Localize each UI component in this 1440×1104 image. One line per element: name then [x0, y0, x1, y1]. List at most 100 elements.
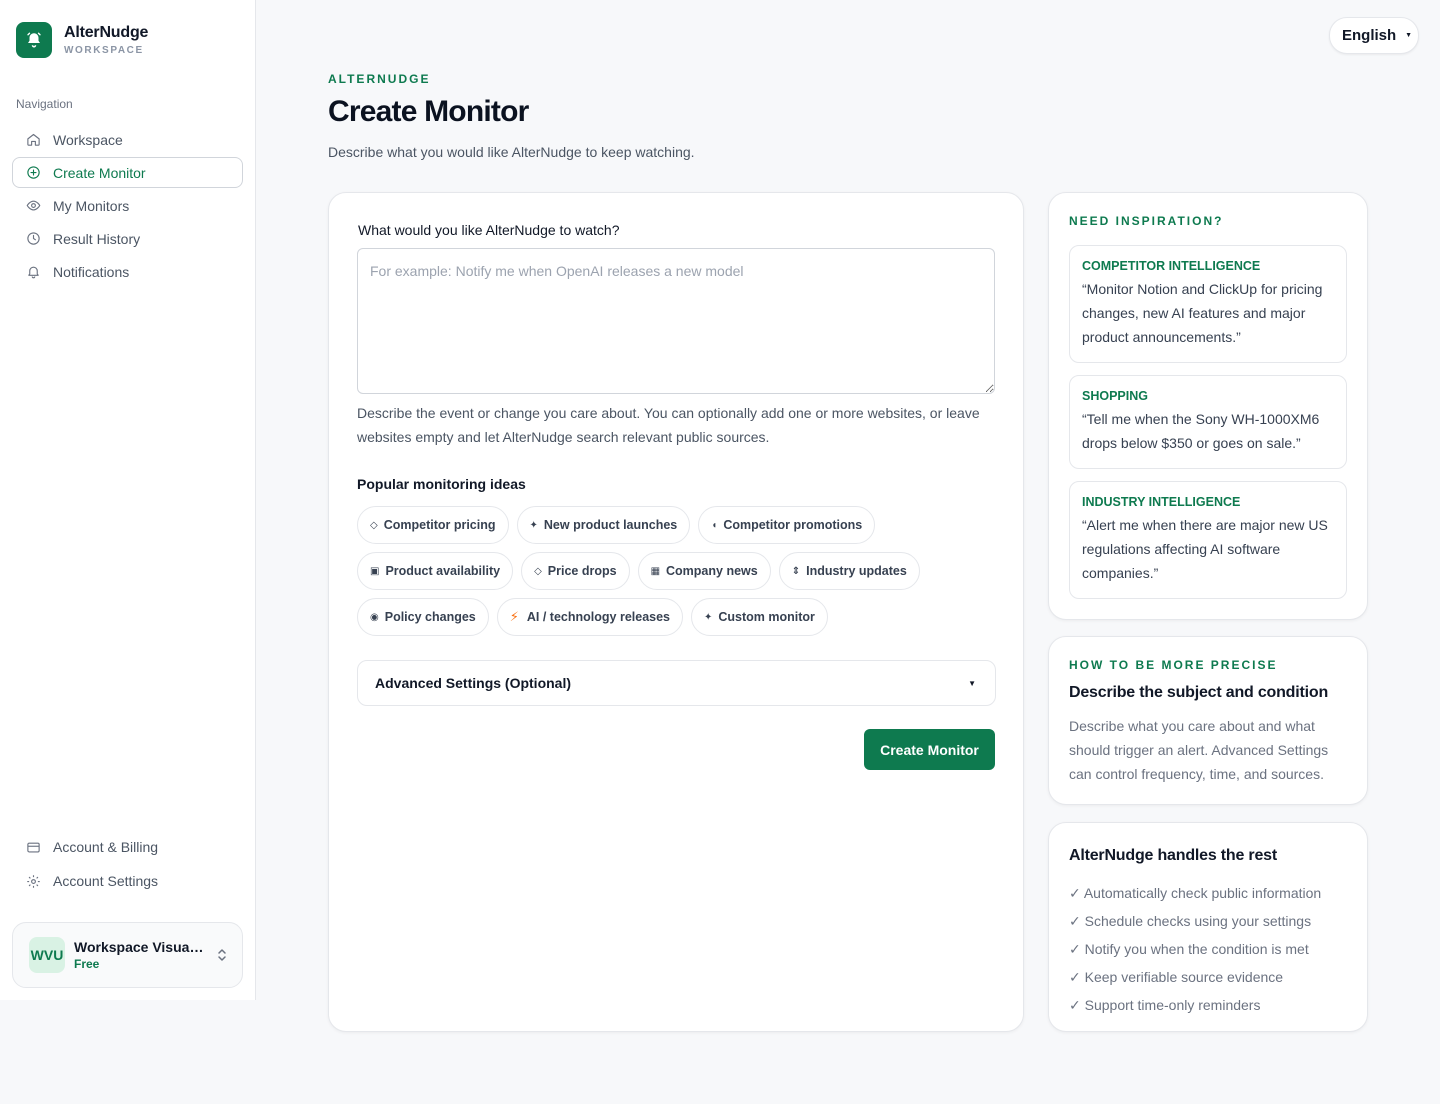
workspace-switcher[interactable]: WVU Workspace Visual UI Free	[12, 922, 243, 988]
idea-chip-competitor-promotions[interactable]: ◖ Competitor promotions	[698, 506, 876, 544]
example-category: SHOPPING	[1082, 389, 1148, 403]
chevron-up-down-icon	[216, 947, 228, 968]
list-item: ✓ Keep verifiable source evidence	[1069, 969, 1284, 985]
features-list: ✓ Automatically check public information…	[1069, 879, 1321, 1019]
page-subtitle: Describe what you would like AlterNudge …	[328, 144, 695, 160]
idea-chip-policy-changes[interactable]: ◉ Policy changes	[357, 598, 489, 636]
idea-chip-custom-monitor[interactable]: ✦ Custom monitor	[691, 598, 828, 636]
box-icon: ▣	[370, 565, 380, 577]
list-item: ✓ Support time-only reminders	[1069, 997, 1261, 1013]
sidebar-item-label: Account & Billing	[53, 839, 159, 855]
inspiration-card: NEED INSPIRATION? COMPETITOR INTELLIGENC…	[1048, 192, 1368, 620]
sidebar-nav: Workspace Create Monitor My Monitors Res…	[12, 124, 243, 289]
clock-icon	[25, 231, 41, 247]
diamond-icon: ◇	[534, 565, 542, 577]
watch-field-label: What would you like AlterNudge to watch?	[358, 222, 620, 238]
bell-icon	[25, 264, 41, 280]
precision-heading: Describe the subject and condition	[1069, 684, 1329, 701]
sidebar-item-label: Notifications	[53, 263, 130, 280]
credit-card-icon	[25, 839, 41, 855]
sidebar: AlterNudge WORKSPACE Navigation Workspac…	[0, 0, 256, 1000]
plus-circle-icon	[25, 165, 41, 181]
lightning-icon: ⚡	[509, 609, 519, 624]
create-monitor-button[interactable]: Create Monitor	[864, 729, 995, 770]
idea-chip-company-news[interactable]: ▦ Company news	[637, 552, 771, 590]
chip-label: Custom monitor	[718, 610, 815, 624]
diamond-icon: ◇	[370, 519, 378, 531]
chip-label: AI / technology releases	[526, 610, 670, 624]
sidebar-item-workspace[interactable]: Workspace	[12, 124, 243, 155]
sidebar-bottom-nav: Account & Billing Account Settings	[12, 831, 243, 899]
page-title: Create Monitor	[328, 95, 529, 128]
sidebar-item-account-settings[interactable]: Account Settings	[12, 865, 243, 897]
language-select[interactable]: English ▼	[1329, 17, 1419, 54]
nav-heading: Navigation	[16, 97, 73, 111]
ideas-chips: ◇ Competitor pricing ✦ New product launc…	[357, 506, 1002, 644]
gear-icon	[25, 873, 41, 889]
list-item: ✓ Automatically check public information	[1069, 885, 1322, 901]
chip-label: Product availability	[385, 564, 501, 578]
brand-subtitle: WORKSPACE	[64, 44, 144, 56]
precision-body: Describe what you care about and what sh…	[1069, 718, 1329, 782]
precision-tip-card: HOW TO BE MORE PRECISE Describe the subj…	[1048, 636, 1368, 805]
sidebar-item-my-monitors[interactable]: My Monitors	[12, 190, 243, 221]
advanced-settings-label: Advanced Settings (Optional)	[375, 675, 572, 691]
up-down-icon: ⇕	[791, 565, 801, 577]
example-card[interactable]: COMPETITOR INTELLIGENCE “Monitor Notion …	[1069, 245, 1347, 363]
idea-chip-product-availability[interactable]: ▣ Product availability	[357, 552, 514, 590]
workspace-plan: Free	[74, 957, 100, 971]
example-category: COMPETITOR INTELLIGENCE	[1082, 259, 1261, 273]
sidebar-item-notifications[interactable]: Notifications	[12, 256, 243, 287]
half-circle-icon: ◖	[711, 519, 718, 531]
workspace-name: Workspace Visual UI	[74, 939, 204, 955]
sidebar-item-label: Account Settings	[53, 873, 159, 889]
page-eyebrow: ALTERNUDGE	[328, 72, 431, 86]
idea-chip-price-drops[interactable]: ◇ Price drops	[521, 552, 630, 590]
caret-down-icon: ▼	[968, 678, 976, 688]
precision-eyebrow: HOW TO BE MORE PRECISE	[1069, 658, 1278, 672]
chip-label: Competitor pricing	[383, 518, 496, 532]
language-label: English	[1342, 27, 1397, 44]
chip-label: Price drops	[547, 564, 617, 578]
brand-name: AlterNudge	[64, 23, 149, 41]
create-monitor-card: What would you like AlterNudge to watch?…	[328, 192, 1024, 1032]
idea-chip-ai-technology-releases[interactable]: ⚡ AI / technology releases	[496, 598, 683, 636]
sidebar-item-label: Create Monitor	[53, 164, 146, 181]
idea-chip-industry-updates[interactable]: ⇕ Industry updates	[778, 552, 920, 590]
list-item: ✓ Notify you when the condition is met	[1069, 941, 1309, 957]
target-icon: ◉	[370, 611, 379, 623]
eye-icon	[25, 198, 41, 214]
sidebar-item-create-monitor[interactable]: Create Monitor	[12, 157, 243, 188]
idea-chip-new-product-launches[interactable]: ✦ New product launches	[516, 506, 691, 544]
caret-down-icon: ▼	[1405, 32, 1413, 39]
bell-logo-icon	[16, 22, 52, 58]
example-category: INDUSTRY INTELLIGENCE	[1082, 495, 1241, 509]
sidebar-item-result-history[interactable]: Result History	[12, 223, 243, 254]
brand[interactable]: AlterNudge WORKSPACE	[16, 22, 148, 58]
chip-label: Company news	[666, 564, 758, 578]
home-icon	[25, 132, 41, 148]
example-card[interactable]: SHOPPING “Tell me when the Sony WH-1000X…	[1069, 375, 1347, 469]
sidebar-item-label: My Monitors	[53, 197, 130, 214]
avatar: WVU	[29, 937, 65, 973]
sidebar-item-account-billing[interactable]: Account & Billing	[12, 831, 243, 863]
list-item: ✓ Schedule checks using your settings	[1069, 913, 1312, 929]
watch-helper-text: Describe the event or change you care ab…	[357, 405, 980, 445]
features-heading: AlterNudge handles the rest	[1069, 847, 1277, 864]
example-text: “Tell me when the Sony WH-1000XM6 drops …	[1082, 411, 1320, 451]
chip-label: Industry updates	[806, 564, 907, 578]
advanced-settings-toggle[interactable]: Advanced Settings (Optional) ▼	[357, 660, 996, 706]
inspiration-eyebrow: NEED INSPIRATION?	[1069, 214, 1224, 228]
chip-label: Competitor promotions	[723, 518, 863, 532]
sparkle-icon: ✦	[704, 611, 713, 623]
newspaper-icon: ▦	[650, 565, 661, 577]
sidebar-item-label: Workspace	[53, 131, 123, 148]
idea-chip-competitor-pricing[interactable]: ◇ Competitor pricing	[357, 506, 509, 544]
chip-label: Policy changes	[384, 610, 476, 624]
example-text: “Monitor Notion and ClickUp for pricing …	[1082, 281, 1323, 345]
ideas-title: Popular monitoring ideas	[357, 476, 526, 492]
watch-input[interactable]	[357, 248, 995, 394]
example-card[interactable]: INDUSTRY INTELLIGENCE “Alert me when the…	[1069, 481, 1347, 599]
sidebar-item-label: Result History	[53, 230, 141, 247]
chip-label: New product launches	[543, 518, 678, 532]
